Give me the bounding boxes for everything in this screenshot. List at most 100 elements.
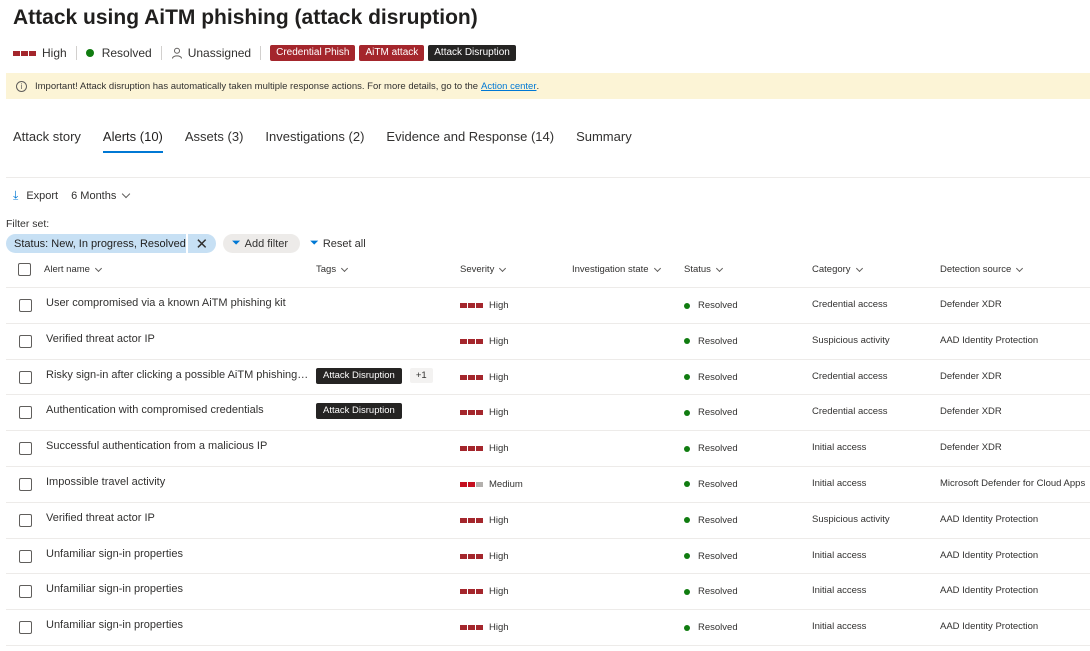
table-row[interactable]: Risky sign-in after clicking a possible … <box>6 360 1090 396</box>
status-label[interactable]: Resolved <box>102 46 152 60</box>
row-checkbox[interactable] <box>19 370 32 384</box>
category-cell: Suspicious activity <box>812 513 890 525</box>
period-dropdown[interactable]: 6 Months <box>71 189 131 202</box>
chevron-down-icon <box>499 264 507 273</box>
category-cell: Initial access <box>812 477 867 489</box>
severity-label: High <box>489 335 509 347</box>
table-row[interactable]: Impossible travel activity Medium Resolv… <box>6 467 1090 503</box>
banner-end: . <box>536 80 540 92</box>
severity-cell: High <box>460 551 509 562</box>
status-filter-label: Status: New, In progress, Resolved <box>14 237 186 250</box>
resolved-status-icon <box>684 409 690 416</box>
alert-name[interactable]: Unfamiliar sign-in properties <box>46 583 308 595</box>
tabs-divider <box>6 177 1090 178</box>
export-button[interactable]: Export <box>26 190 58 202</box>
chevron-down-icon <box>653 264 661 273</box>
chevron-down-icon <box>855 264 863 273</box>
severity-cell: High <box>460 586 509 597</box>
category-cell: Initial access <box>812 549 867 561</box>
row-checkbox[interactable] <box>19 549 32 563</box>
row-checkbox[interactable] <box>19 477 32 491</box>
alert-name[interactable]: Impossible travel activity <box>46 476 308 488</box>
add-filter-label: Add filter <box>244 237 289 250</box>
severity-cell: High <box>460 443 509 454</box>
table-row[interactable]: Verified threat actor IP High Resolved S… <box>6 503 1090 539</box>
column-header-investigation-state[interactable]: Investigation state <box>572 264 661 275</box>
tab-evidence-and-response[interactable]: Evidence and Response (14) <box>386 129 554 155</box>
row-checkbox[interactable] <box>19 334 32 348</box>
tab-assets[interactable]: Assets (3) <box>185 129 244 155</box>
reset-all-button[interactable]: ⏷ Reset all <box>310 237 366 250</box>
row-checkbox[interactable] <box>19 299 32 312</box>
row-checkbox[interactable] <box>19 585 32 599</box>
table-row[interactable]: Authentication with compromised credenti… <box>6 395 1090 432</box>
table-row[interactable]: Verified threat actor IP High Resolved S… <box>6 324 1090 360</box>
table-header: Alert name Tags Severity Investigation s… <box>6 252 1090 288</box>
column-header-category[interactable]: Category <box>812 264 863 275</box>
severity-label: High <box>489 300 509 311</box>
severity-cell: High <box>460 622 509 633</box>
toolbar: ⤓ Export 6 Months <box>13 188 131 203</box>
column-header-alert-name[interactable]: Alert name <box>44 264 102 275</box>
category-cell: Credential access <box>812 406 888 418</box>
resolved-status-icon <box>684 588 690 595</box>
alerts-table: Alert name Tags Severity Investigation s… <box>6 252 1090 646</box>
alert-name[interactable]: User compromised via a known AiTM phishi… <box>46 297 308 309</box>
divider <box>260 46 262 60</box>
severity-label: High <box>489 371 509 383</box>
table-row[interactable]: Unfamiliar sign-in properties High Resol… <box>6 539 1090 575</box>
row-checkbox[interactable] <box>19 513 32 527</box>
detection-source-cell: Defender XDR <box>940 442 1002 454</box>
tab-summary[interactable]: Summary <box>576 129 632 155</box>
tab-investigations[interactable]: Investigations (2) <box>265 129 364 155</box>
tab-attack-story[interactable]: Attack story <box>13 129 81 155</box>
status-cell: Resolved <box>684 300 738 311</box>
category-cell: Initial access <box>812 442 867 454</box>
row-checkbox[interactable] <box>19 442 32 456</box>
column-header-severity[interactable]: Severity <box>460 264 507 275</box>
table-row[interactable]: Successful authentication from a malicio… <box>6 431 1090 467</box>
column-header-tags[interactable]: Tags <box>316 264 349 275</box>
close-icon: ✕ <box>195 235 209 253</box>
more-tags-badge[interactable]: +1 <box>409 368 433 384</box>
table-row[interactable]: Unfamiliar sign-in properties High Resol… <box>6 574 1090 611</box>
column-header-detection-source[interactable]: Detection source <box>940 264 1024 275</box>
reset-all-label: Reset all <box>322 237 366 250</box>
detection-source-cell: Microsoft Defender for Cloud Apps <box>940 477 1086 489</box>
status-cell: Resolved <box>684 479 738 490</box>
table-row[interactable]: Unfamiliar sign-in properties High Resol… <box>6 610 1090 646</box>
row-checkbox[interactable] <box>19 406 32 420</box>
alert-name[interactable]: Verified threat actor IP <box>46 333 308 345</box>
alert-name[interactable]: Unfamiliar sign-in properties <box>46 548 308 560</box>
alert-name[interactable]: Risky sign-in after clicking a possible … <box>46 369 310 381</box>
column-header-status[interactable]: Status <box>684 264 723 275</box>
detection-source-cell: AAD Identity Protection <box>940 621 1039 633</box>
resolved-status-icon <box>684 338 690 345</box>
severity-label: High <box>489 550 509 562</box>
incident-tag: Credential Phish <box>270 45 356 61</box>
severity-high-icon <box>460 446 483 452</box>
tab-alerts[interactable]: Alerts (10) <box>102 129 163 155</box>
assignee-label[interactable]: Unassigned <box>188 46 251 60</box>
status-label: Resolved <box>698 550 738 562</box>
alert-name[interactable]: Successful authentication from a malicio… <box>46 440 308 452</box>
row-checkbox[interactable] <box>19 621 32 635</box>
column-label: Investigation state <box>572 264 649 275</box>
add-filter-button[interactable]: ⏷ Add filter <box>222 234 301 253</box>
column-label: Category <box>812 264 851 275</box>
alert-tag: Attack Disruption <box>316 403 402 420</box>
alert-name[interactable]: Authentication with compromised credenti… <box>46 404 308 416</box>
action-center-link[interactable]: Action center <box>481 81 536 92</box>
severity-label: High <box>489 622 509 634</box>
remove-filter-button[interactable]: ✕ <box>185 234 216 253</box>
select-all-checkbox[interactable] <box>18 263 31 276</box>
category-cell: Suspicious activity <box>812 334 890 346</box>
status-cell: Resolved <box>684 551 738 562</box>
table-row[interactable]: User compromised via a known AiTM phishi… <box>6 288 1090 324</box>
detection-source-cell: Defender XDR <box>940 406 1002 418</box>
category-cell: Initial access <box>812 585 867 597</box>
status-label: Resolved <box>698 514 738 526</box>
alert-name[interactable]: Verified threat actor IP <box>46 512 308 524</box>
status-filter-pill[interactable]: Status: New, In progress, Resolved <box>6 234 186 253</box>
alert-name[interactable]: Unfamiliar sign-in properties <box>46 619 308 631</box>
